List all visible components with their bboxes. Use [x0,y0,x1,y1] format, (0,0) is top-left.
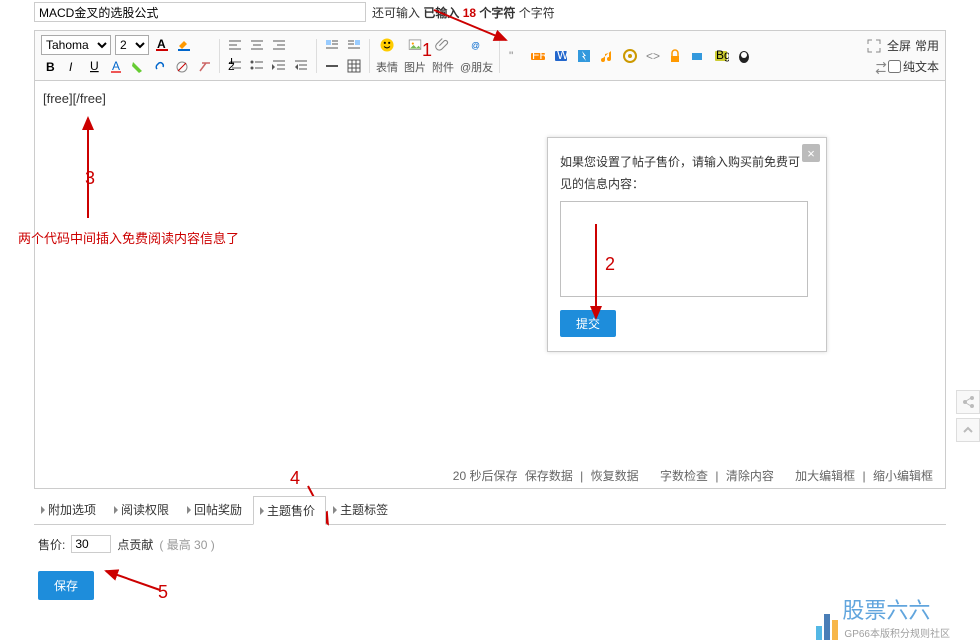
svg-text:U: U [90,59,99,73]
free-content-icon[interactable]: FREE [529,47,547,65]
shrink-link[interactable]: 缩小编辑框 [873,469,933,483]
dialog-text-line1: 如果您设置了帖子售价，请输入购买前免费可 [560,152,814,174]
tab-thread-tags[interactable]: 主题标签 [326,495,399,524]
post-title-input[interactable] [34,2,366,22]
general-link[interactable]: 常用 [915,37,939,54]
restore-data-link[interactable]: 恢复数据 [591,469,639,483]
hide-icon[interactable]: <> [643,47,661,65]
audio-icon[interactable] [689,47,707,65]
svg-text:A: A [157,37,166,51]
outdent-icon[interactable] [292,57,310,75]
list-bullet-icon[interactable] [248,57,266,75]
font-family-select[interactable]: Tahoma [41,35,111,55]
float-right-icon[interactable] [345,36,363,54]
svg-text:I: I [69,60,73,74]
save-data-link[interactable]: 保存数据 [525,469,573,483]
annotation-5: 5 [158,582,168,602]
indent-icon[interactable] [270,57,288,75]
save-button[interactable]: 保存 [38,571,94,600]
attachment-button[interactable]: 附件 [432,36,454,75]
wordcheck-link[interactable]: 字数检查 [660,469,708,483]
float-left-icon[interactable] [323,36,341,54]
lock-icon[interactable] [666,47,684,65]
option-tabs: 附加选项 阅读权限 回帖奖励 主题售价 主题标签 [34,495,946,524]
clear-link[interactable]: 清除内容 [726,469,774,483]
editor-toolbar: Tahoma 2 A B I U A [34,30,946,81]
svg-text:FREE: FREE [532,48,546,62]
code-icon[interactable]: W [552,47,570,65]
svg-text:<>: <> [646,49,660,63]
align-left-icon[interactable] [226,36,244,54]
tab-thread-price[interactable]: 主题售价 [253,496,326,525]
free-content-dialog: × 如果您设置了帖子售价，请输入购买前免费可 见的信息内容： 提交 [547,137,827,352]
watermark: 股票六六 GP66本版积分规则社区 [816,593,950,640]
link-icon[interactable] [151,58,169,76]
list-ordered-icon[interactable]: 12 [226,57,244,75]
image-button[interactable]: 图片 [404,36,426,75]
bg-icon[interactable]: Bg [712,47,730,65]
video-icon[interactable] [621,47,639,65]
price-label: 售价: [38,536,65,553]
svg-text:A: A [112,59,120,73]
dialog-text-line2: 见的信息内容： [560,174,814,196]
music-icon[interactable] [598,47,616,65]
tab-body-price: 售价: 点贡献 ( 最高 30 ) [34,524,946,561]
at-friend-button[interactable]: @ @朋友 [460,36,493,75]
table-icon[interactable] [345,57,363,75]
svg-text:B: B [46,60,55,74]
svg-text:W: W [557,48,569,62]
swap-icon[interactable] [872,59,886,73]
emoji-button[interactable]: 表情 [376,36,398,75]
font-size-select[interactable]: 2 [115,35,149,55]
align-center-icon[interactable] [248,36,266,54]
svg-text:@: @ [471,41,480,51]
tab-additional[interactable]: 附加选项 [34,495,107,524]
qq-icon[interactable] [735,47,753,65]
font-color2-icon[interactable]: A [107,58,125,76]
plaintext-checkbox[interactable] [888,60,901,73]
plaintext-label: 纯文本 [903,58,939,75]
unlink-icon[interactable] [173,58,191,76]
side-float [956,390,980,446]
price-input[interactable] [71,535,111,553]
fullscreen-link[interactable]: 全屏 [887,37,911,54]
expand-icon[interactable] [865,37,883,55]
highlight-icon[interactable] [129,58,147,76]
free-content-textarea[interactable] [560,201,808,297]
bgcolor-icon[interactable] [175,35,193,53]
char-count-hint: 还可输入 已输入 18 个字符 个字符 [372,4,555,21]
price-unit: 点贡献 [117,536,153,553]
enlarge-link[interactable]: 加大编辑框 [795,469,855,483]
font-color-icon[interactable]: A [153,35,171,53]
underline-icon[interactable]: U [85,58,103,76]
share-icon[interactable] [956,390,980,414]
flash-icon[interactable] [575,47,593,65]
svg-text:Bg: Bg [716,48,729,62]
tab-reply-reward[interactable]: 回帖奖励 [180,495,253,524]
price-max: ( 最高 30 ) [159,536,214,553]
tab-read-permission[interactable]: 阅读权限 [107,495,180,524]
editor-content: [free][/free] [43,91,937,106]
quote-icon[interactable]: " [506,47,524,65]
italic-icon[interactable]: I [63,58,81,76]
svg-text:": " [509,49,513,63]
hr-icon[interactable] [323,57,341,75]
submit-button[interactable]: 提交 [560,310,616,337]
editor-footer: 20 秒后保存 保存数据 | 恢复数据 字数检查 | 清除内容 加大编辑框 | … [453,467,937,484]
bold-icon[interactable]: B [41,58,59,76]
scroll-top-icon[interactable] [956,418,980,442]
align-right-icon[interactable] [270,36,288,54]
editor-area[interactable]: [free][/free] × 如果您设置了帖子售价，请输入购买前免费可 见的信… [34,81,946,489]
close-icon[interactable]: × [802,144,820,162]
format-clear-icon[interactable] [195,58,213,76]
svg-text:2: 2 [228,59,235,73]
